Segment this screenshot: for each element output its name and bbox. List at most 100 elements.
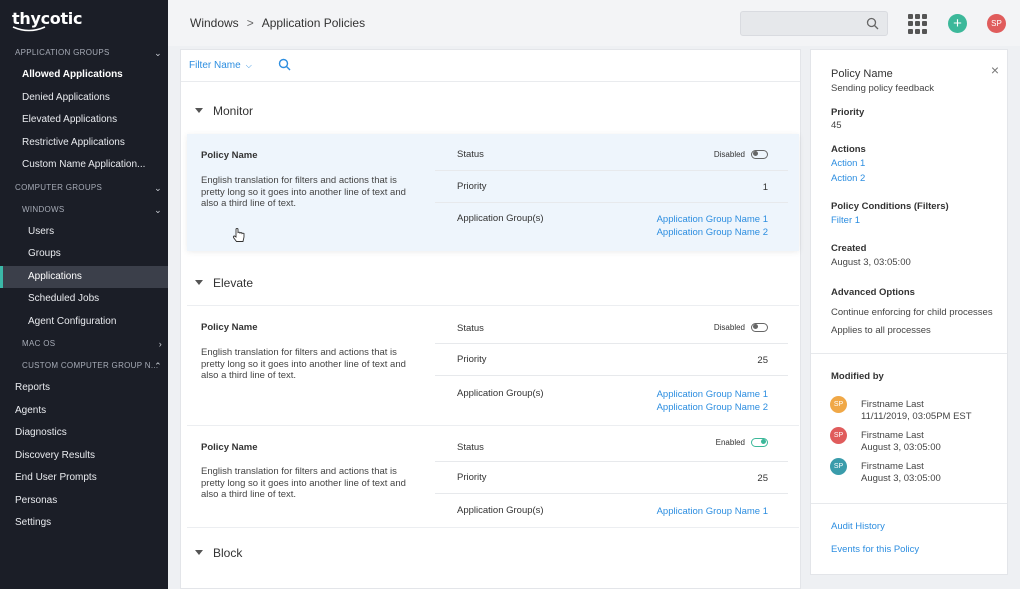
details-policy-name: Sending policy feedback xyxy=(831,83,934,94)
application-group-link[interactable]: Application Group Name 1 xyxy=(657,213,768,226)
nav-group-computer-groups[interactable]: COMPUTER GROUPS ⌄ xyxy=(0,177,168,199)
sidebar: thycotic APPLICATION GROUPS ⌄ Allowed Ap… xyxy=(0,0,168,589)
chevron-down-icon: ⌄ xyxy=(154,48,162,58)
filter-bar: Filter Name ⌵ xyxy=(181,50,800,82)
top-bar: Windows > Application Policies + SP xyxy=(168,0,1020,46)
status-text: Enabled xyxy=(715,437,745,447)
details-modified-label: Modified by xyxy=(831,371,884,382)
details-created: August 3, 03:05:00 xyxy=(831,257,911,268)
breadcrumb-windows[interactable]: Windows xyxy=(190,16,239,30)
priority-row: Priority 25 xyxy=(435,344,788,376)
groups-row: Application Group(s) Application Group N… xyxy=(457,213,768,239)
status-toggle[interactable] xyxy=(751,322,768,332)
policy-card[interactable]: Policy Name English translation for filt… xyxy=(187,425,799,527)
chevron-right-icon: › xyxy=(158,339,162,349)
search-icon[interactable] xyxy=(866,17,879,30)
policy-name-label: Policy Name xyxy=(201,442,258,453)
status-row: Status Enabled xyxy=(435,430,788,462)
logo-swoosh-icon xyxy=(12,26,46,32)
sidebar-item-denied-applications[interactable]: Denied Applications xyxy=(0,87,168,110)
nav-group-mac-os[interactable]: MAC OS › xyxy=(0,333,168,355)
plus-icon: + xyxy=(953,15,962,32)
chevron-down-icon: ⌄ xyxy=(154,182,162,193)
policy-name-label: Policy Name xyxy=(201,322,258,333)
modifier-entry: Firstname Last 11/11/2019, 03:05PM EST xyxy=(861,399,972,422)
details-actions-label: Actions xyxy=(831,144,866,155)
details-conditions-label: Policy Conditions (Filters) xyxy=(831,201,949,212)
sidebar-item-end-user-prompts[interactable]: End User Prompts xyxy=(0,467,168,490)
divider xyxy=(811,353,1007,354)
priority-value: 25 xyxy=(757,355,768,366)
nav-group-custom-computer-group[interactable]: CUSTOM COMPUTER GROUP N... ⌃ xyxy=(0,355,168,377)
application-group-link[interactable]: Application Group Name 2 xyxy=(657,401,768,414)
nav-group-windows[interactable]: WINDOWS ⌄ xyxy=(0,199,168,221)
application-group-link[interactable]: Application Group Name 2 xyxy=(657,226,768,239)
sidebar-item-allowed-applications[interactable]: Allowed Applications xyxy=(0,64,168,87)
priority-row: Priority 1 xyxy=(435,171,788,203)
global-search-input[interactable] xyxy=(740,11,888,36)
caret-down-icon xyxy=(195,550,203,556)
sidebar-item-agent-configuration[interactable]: Agent Configuration xyxy=(0,311,168,334)
sidebar-item-diagnostics[interactable]: Diagnostics xyxy=(0,422,168,445)
breadcrumb-application-policies: Application Policies xyxy=(261,16,366,30)
filter-name-dropdown[interactable]: Filter Name ⌵ xyxy=(189,60,252,71)
sidebar-item-personas[interactable]: Personas xyxy=(0,490,168,513)
groups-row: Application Group(s) Application Group N… xyxy=(457,388,768,414)
policy-description: English translation for filters and acti… xyxy=(201,175,406,209)
sidebar-item-applications[interactable]: Applications xyxy=(0,265,168,288)
sidebar-item-restrictive-applications[interactable]: Restrictive Applications xyxy=(0,132,168,155)
modifier-avatar: SP xyxy=(830,458,847,475)
status-text: Disabled xyxy=(713,322,745,332)
sidebar-item-scheduled-jobs[interactable]: Scheduled Jobs xyxy=(0,288,168,311)
modifier-date: August 3, 03:05:00 xyxy=(861,441,941,453)
user-avatar[interactable]: SP xyxy=(987,14,1006,33)
modifier-date: August 3, 03:05:00 xyxy=(861,472,941,484)
filter-link[interactable]: Filter 1 xyxy=(831,215,860,226)
status-row: Status Disabled xyxy=(435,312,788,344)
action-link[interactable]: Action 1 xyxy=(831,158,865,169)
caret-down-icon xyxy=(195,280,203,286)
modifier-avatar: SP xyxy=(830,396,847,413)
advanced-option: Continue enforcing for child processes xyxy=(831,307,993,318)
section-block[interactable]: Block xyxy=(195,546,242,560)
details-priority-label: Priority xyxy=(831,107,865,118)
audit-history-link[interactable]: Audit History xyxy=(831,521,885,532)
apps-grid-icon[interactable] xyxy=(908,14,928,34)
modifier-name: Firstname Last xyxy=(861,461,924,472)
application-group-link[interactable]: Application Group Name 1 xyxy=(657,388,768,401)
chevron-down-icon: ⌵ xyxy=(245,61,252,70)
sidebar-item-elevated-applications[interactable]: Elevated Applications xyxy=(0,109,168,132)
search-icon[interactable] xyxy=(278,58,291,71)
status-toggle[interactable] xyxy=(751,437,768,447)
caret-down-icon xyxy=(195,108,203,114)
modifier-entry: Firstname Last August 3, 03:05:00 xyxy=(861,430,941,453)
sidebar-item-reports[interactable]: Reports xyxy=(0,377,168,400)
policy-name-label: Policy Name xyxy=(201,150,258,161)
sidebar-item-groups[interactable]: Groups xyxy=(0,243,168,266)
breadcrumb-separator: > xyxy=(246,16,254,30)
application-group-link[interactable]: Application Group Name 1 xyxy=(657,505,768,518)
sidebar-item-discovery-results[interactable]: Discovery Results xyxy=(0,445,168,468)
policy-card[interactable]: Policy Name English translation for filt… xyxy=(187,134,799,251)
status-toggle[interactable] xyxy=(751,149,768,159)
modifier-name: Firstname Last xyxy=(861,399,924,410)
close-icon[interactable]: × xyxy=(991,62,999,78)
advanced-option: Applies to all processes xyxy=(831,325,931,336)
divider xyxy=(811,503,1007,504)
events-link[interactable]: Events for this Policy xyxy=(831,544,919,555)
priority-value: 1 xyxy=(762,182,768,193)
sidebar-item-agents[interactable]: Agents xyxy=(0,400,168,423)
section-monitor[interactable]: Monitor xyxy=(195,104,253,118)
section-elevate[interactable]: Elevate xyxy=(195,276,253,290)
policy-card[interactable]: Policy Name English translation for filt… xyxy=(187,305,799,425)
policies-panel: Filter Name ⌵ Monitor Policy Name English… xyxy=(180,49,801,589)
add-button[interactable]: + xyxy=(948,14,967,33)
sidebar-item-settings[interactable]: Settings xyxy=(0,512,168,535)
sidebar-item-users[interactable]: Users xyxy=(0,221,168,244)
sidebar-item-custom-name-application[interactable]: Custom Name Application... xyxy=(0,154,168,177)
chevron-down-icon: ⌄ xyxy=(154,204,162,215)
nav-group-application-groups[interactable]: APPLICATION GROUPS ⌄ xyxy=(0,42,168,64)
groups-row: Application Group(s) Application Group N… xyxy=(457,505,768,518)
modifier-avatar: SP xyxy=(830,427,847,444)
action-link[interactable]: Action 2 xyxy=(831,173,865,184)
